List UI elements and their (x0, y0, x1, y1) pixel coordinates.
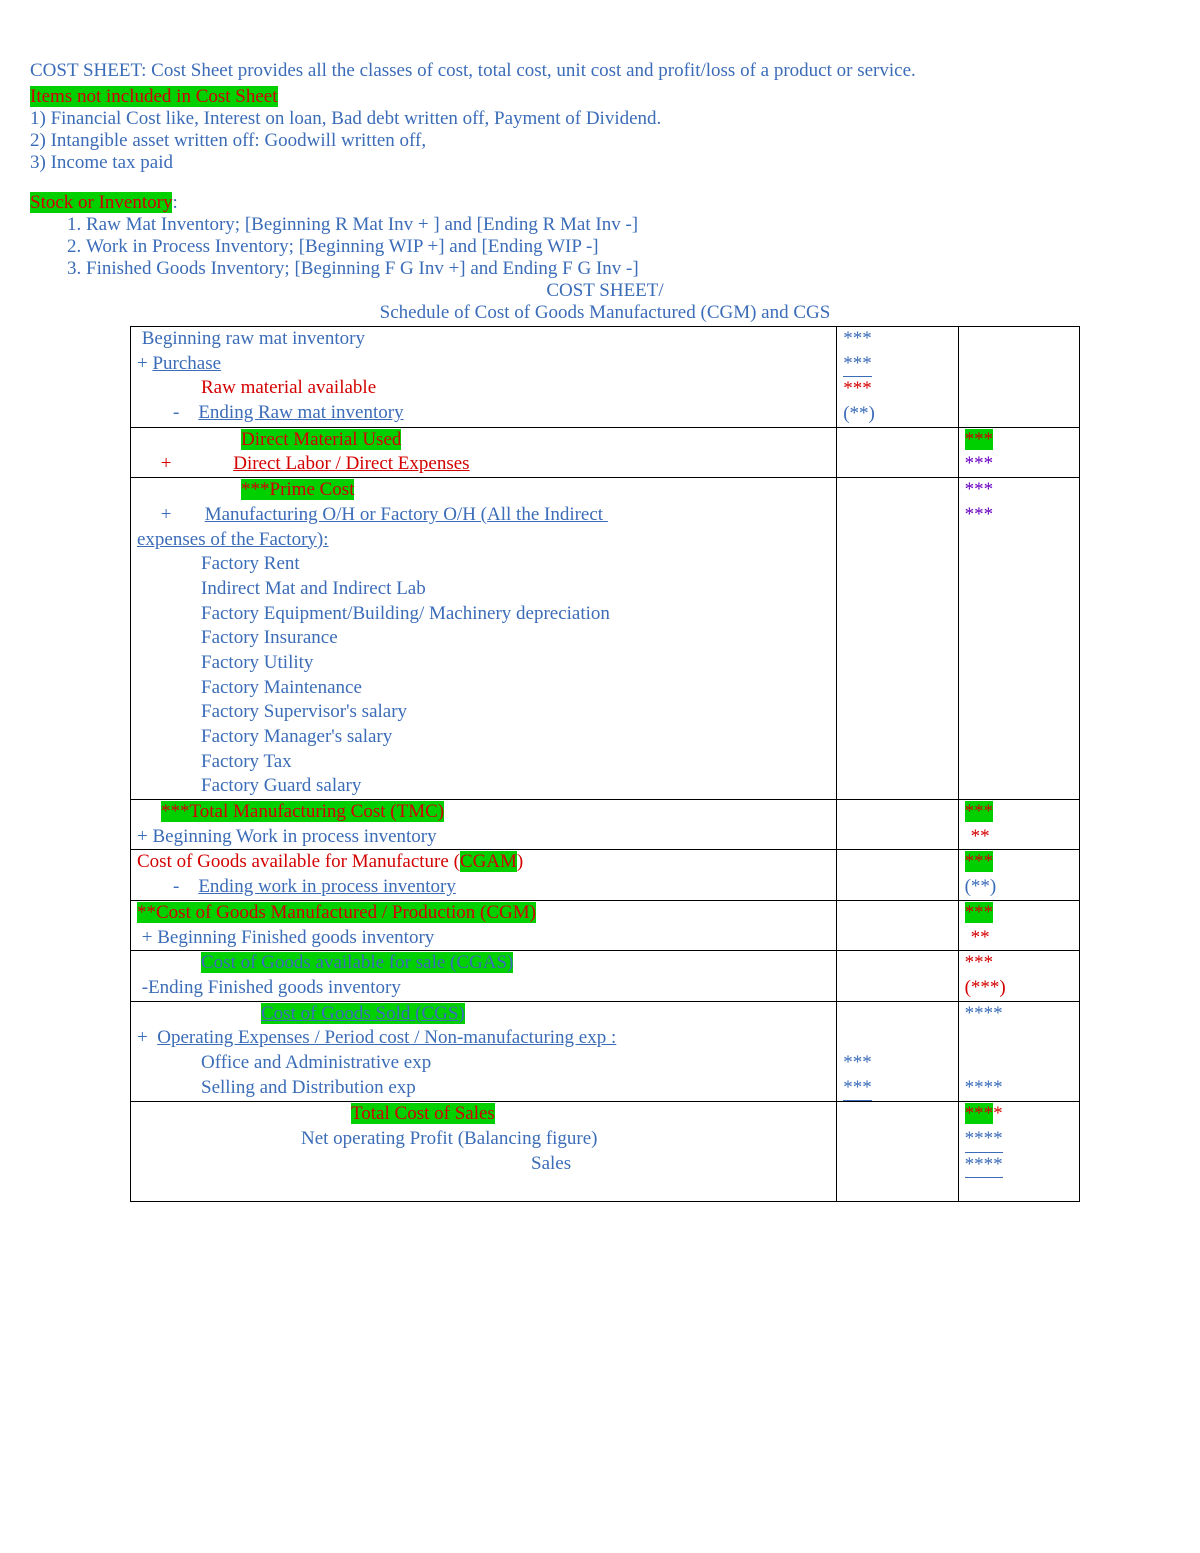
excluded-3: 3) Income tax paid (30, 152, 1170, 174)
ending-fg: -Ending Finished goods inventory (131, 976, 836, 1001)
direct-material-used: Direct Material Used (241, 429, 401, 450)
total-cost-of-sales: Total Cost of Sales (351, 1103, 495, 1124)
cgam-label: Cost of Goods available for Manufacture … (137, 851, 460, 872)
amt: *** (837, 377, 957, 402)
schedule-heading-1: COST SHEET/ (130, 280, 1080, 302)
amt: *** (965, 1103, 994, 1124)
amt: *** (965, 801, 994, 822)
cgam-paren: ) (517, 851, 523, 872)
amt: *** (843, 1076, 872, 1102)
row-direct-material: Direct Material Used + Direct Labor / Di… (131, 427, 1080, 477)
net-operating-profit: Net operating Profit (Balancing figure) (131, 1127, 836, 1152)
amt: (***) (959, 976, 1079, 1001)
cgm: **Cost of Goods Manufactured / Productio… (137, 902, 536, 923)
indirect-mat-lab: Indirect Mat and Indirect Lab (131, 577, 836, 602)
sales: Sales (131, 1152, 836, 1177)
row-cgam: Cost of Goods available for Manufacture … (131, 850, 1080, 900)
amt: **** (965, 1127, 1003, 1153)
factory-supervisor: Factory Supervisor's salary (131, 700, 836, 725)
amt: **** (959, 1076, 1079, 1101)
cgas: Cost of Goods available for sale (CGAS) (201, 952, 513, 973)
row-cgs: Cost of Goods Sold (CGS) + Operating Exp… (131, 1001, 1080, 1102)
amt: (**) (959, 875, 1079, 900)
intro-title: COST SHEET: Cost Sheet provides all the … (30, 60, 1170, 82)
beginning-raw-mat: Beginning raw mat inventory (131, 327, 836, 352)
beginning-fg: + Beginning Finished goods inventory (131, 926, 836, 951)
excluded-2: 2) Intangible asset written off: Goodwil… (30, 130, 1170, 152)
factory-expenses-label: expenses of the Factory): (131, 528, 836, 553)
stock-item-2: Work in Process Inventory; [Beginning WI… (86, 236, 1170, 258)
plus-sign: + (137, 453, 233, 474)
factory-rent: Factory Rent (131, 552, 836, 577)
direct-labor: Direct Labor / Direct Expenses (233, 453, 469, 474)
excluded-1: 1) Financial Cost like, Interest on loan… (30, 108, 1170, 130)
stock-item-1: Raw Mat Inventory; [Beginning R Mat Inv … (86, 214, 1170, 236)
row-cgas: Cost of Goods available for sale (CGAS) … (131, 951, 1080, 1001)
stock-heading: Stock or Inventory: (30, 192, 1170, 214)
stock-list: Raw Mat Inventory; [Beginning R Mat Inv … (86, 214, 1170, 280)
amt: *** (965, 851, 994, 872)
cgs: Cost of Goods Sold (CGS) (261, 1003, 465, 1024)
factory-insurance: Factory Insurance (131, 626, 836, 651)
stock-item-3: Finished Goods Inventory; [Beginning F G… (86, 258, 1170, 280)
purchase: Purchase (152, 353, 221, 374)
operating-expenses: Operating Expenses / Period cost / Non-m… (157, 1027, 616, 1048)
plus-sign: + (137, 353, 152, 374)
beginning-wip: + Beginning Work in process inventory (131, 825, 836, 850)
amt: ** (959, 926, 1079, 951)
plus-sign: + (137, 504, 205, 525)
prime-cost: ***Prime Cost (241, 479, 354, 500)
amt: *** (843, 352, 872, 378)
factory-guard: Factory Guard salary (131, 774, 836, 799)
amt: *** (959, 503, 1079, 528)
row-total-sales: Total Cost of Sales Net operating Profit… (131, 1102, 1080, 1202)
plus-sign: + (137, 1027, 157, 1048)
minus-sign: - (137, 876, 198, 897)
ending-wip: Ending work in process inventory (198, 876, 456, 897)
row-prime-cost: ***Prime Cost + Manufacturing O/H or Fac… (131, 478, 1080, 800)
factory-manager: Factory Manager's salary (131, 725, 836, 750)
row-raw-materials: Beginning raw mat inventory + Purchase R… (131, 327, 1080, 428)
cgam: CGAM (460, 851, 517, 872)
row-tmc: ***Total Manufacturing Cost (TMC) + Begi… (131, 800, 1080, 850)
manufacturing-oh: Manufacturing O/H or Factory O/H (All th… (205, 504, 608, 525)
amt: (**) (837, 402, 957, 427)
amt: **** (965, 1153, 1003, 1179)
amt: *** (965, 902, 994, 923)
cost-sheet-table: Beginning raw mat inventory + Purchase R… (130, 326, 1080, 1202)
office-admin-exp: Office and Administrative exp (131, 1051, 836, 1076)
amt: * (993, 1103, 1003, 1124)
total-manufacturing-cost: ***Total Manufacturing Cost (TMC) (161, 801, 444, 822)
amt: *** (837, 1051, 957, 1076)
schedule-heading-2: Schedule of Cost of Goods Manufactured (… (130, 302, 1080, 324)
amt: *** (965, 429, 994, 450)
factory-maintenance: Factory Maintenance (131, 676, 836, 701)
amt: *** (837, 327, 957, 352)
minus-sign: - (137, 402, 198, 423)
row-cgm: **Cost of Goods Manufactured / Productio… (131, 900, 1080, 950)
raw-material-available: Raw material available (131, 376, 836, 401)
ending-raw-mat: Ending Raw mat inventory (198, 402, 403, 423)
excluded-heading: Items not included in Cost Sheet (30, 86, 1170, 108)
amt: **** (959, 1002, 1079, 1027)
amt: ** (959, 825, 1079, 850)
factory-utility: Factory Utility (131, 651, 836, 676)
amt: *** (959, 452, 1079, 477)
amt: *** (959, 478, 1079, 503)
amt: *** (959, 951, 1079, 976)
selling-dist-exp: Selling and Distribution exp (131, 1076, 836, 1101)
factory-tax: Factory Tax (131, 750, 836, 775)
factory-depreciation: Factory Equipment/Building/ Machinery de… (131, 602, 836, 627)
